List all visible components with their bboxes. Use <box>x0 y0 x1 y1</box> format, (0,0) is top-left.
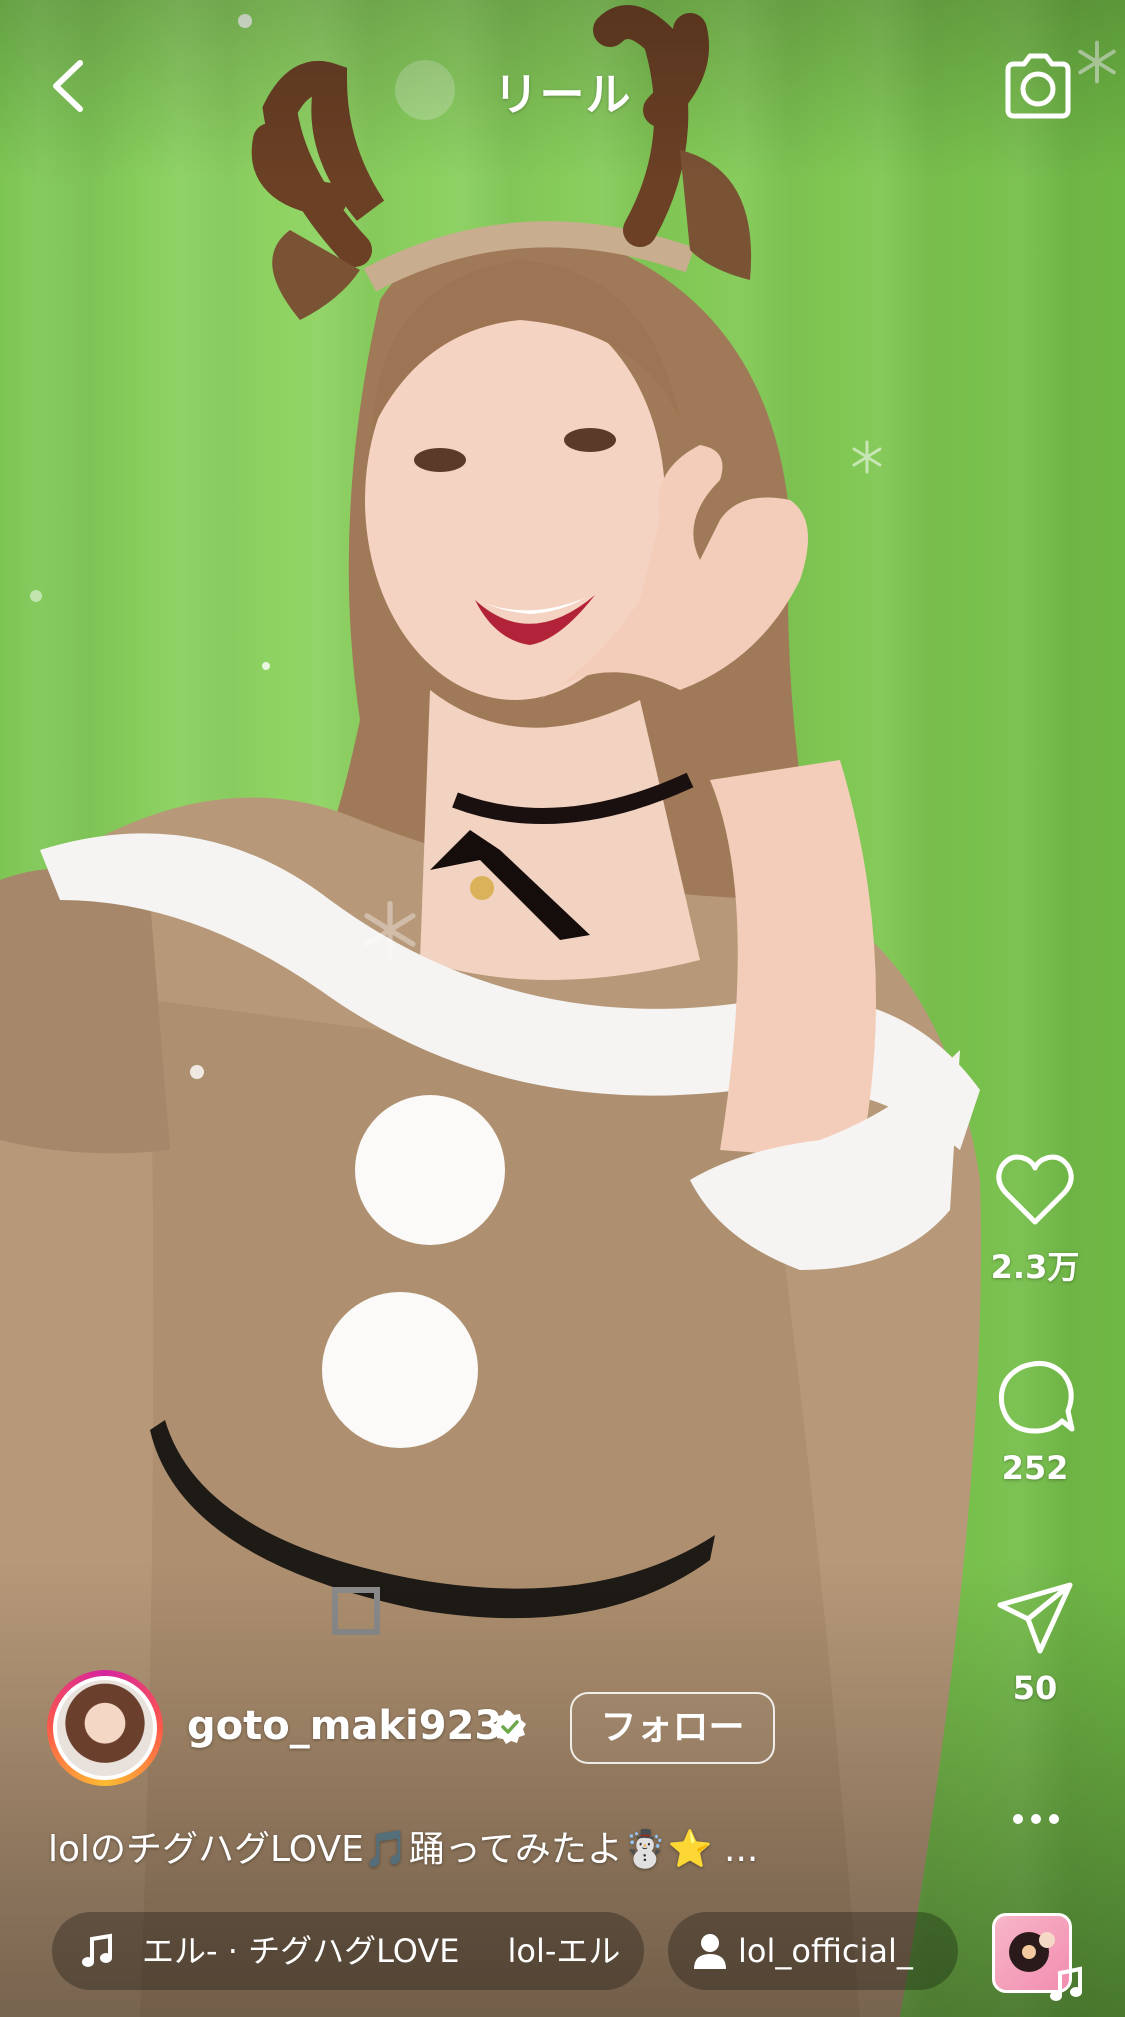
music-note-icon <box>1050 1966 1082 2001</box>
snow-particle <box>30 590 42 602</box>
heart-icon[interactable] <box>992 1148 1078 1234</box>
audio-track-name: エル- · チグハグLOVE <box>142 1932 460 1970</box>
comment-action[interactable]: 252 <box>960 1355 1110 1487</box>
snow-particle <box>262 662 270 670</box>
author-username[interactable]: goto_maki923 <box>187 1703 502 1749</box>
reel-caption[interactable]: lolのチグハグLOVE🎵踊ってみたよ☃️⭐️ ... <box>48 1820 908 1872</box>
tagged-user-chip[interactable]: lol_official_ <box>668 1912 958 1990</box>
like-action[interactable]: 2.3万 <box>960 1148 1110 1288</box>
page-title: リール <box>493 68 632 121</box>
paper-plane-icon[interactable] <box>992 1575 1078 1661</box>
like-count: 2.3万 <box>990 1248 1080 1286</box>
author-avatar[interactable] <box>47 1670 163 1786</box>
snowflake-icon <box>360 900 420 960</box>
avatar-image <box>57 1680 153 1776</box>
camera-button[interactable] <box>1000 52 1076 120</box>
share-action[interactable]: 50 <box>960 1575 1110 1707</box>
verified-badge-icon <box>493 1710 526 1744</box>
snowflake-icon <box>850 440 884 474</box>
audio-track-name-repeat: lol-エル <box>507 1932 621 1970</box>
more-dots-icon <box>1013 1814 1059 1824</box>
follow-button[interactable]: フォロー <box>570 1692 775 1764</box>
avatar-border <box>53 1676 157 1780</box>
tagged-username: lol_official_ <box>738 1932 913 1970</box>
more-options-button[interactable] <box>1010 1805 1062 1833</box>
camera-icon <box>1005 53 1071 119</box>
comment-count: 252 <box>1001 1449 1069 1487</box>
share-count: 50 <box>1012 1669 1058 1707</box>
person-icon <box>694 1934 726 1969</box>
snow-particle <box>190 1065 204 1079</box>
audio-track-chip[interactable]: エル- · チグハグLOVE lol-エル <box>52 1912 644 1990</box>
comment-bubble-icon[interactable] <box>992 1355 1078 1441</box>
music-note-icon <box>82 1933 112 1967</box>
